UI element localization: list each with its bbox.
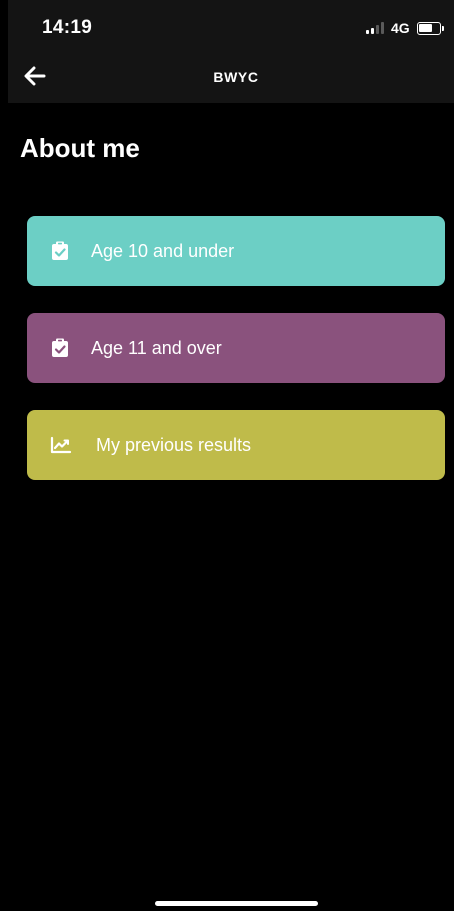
battery-level (419, 24, 433, 32)
home-indicator[interactable] (155, 901, 318, 906)
menu-item-age-10-and-under[interactable]: Age 10 and under (27, 216, 445, 286)
menu-item-label: Age 11 and over (91, 338, 222, 358)
menu-item-age-11-and-over[interactable]: Age 11 and over (27, 313, 445, 383)
page-title: About me (20, 133, 140, 163)
signal-icon (366, 22, 384, 34)
menu-item-my-previous-results[interactable]: My previous results (27, 410, 445, 480)
icon-cutout (58, 242, 62, 245)
clipboard-check-icon (49, 240, 71, 262)
clipboard-check-icon (49, 337, 71, 359)
menu-item-label: My previous results (96, 435, 252, 455)
app-header (8, 0, 454, 103)
battery-icon (416, 21, 444, 35)
status-time: 14:19 (42, 17, 93, 38)
status-indicators: 4G (366, 20, 444, 36)
nav-title: BWYC (213, 69, 259, 85)
network-type: 4G (391, 20, 410, 36)
trending-up-icon (50, 434, 72, 456)
menu-item-label: Age 10 and under (91, 241, 235, 261)
